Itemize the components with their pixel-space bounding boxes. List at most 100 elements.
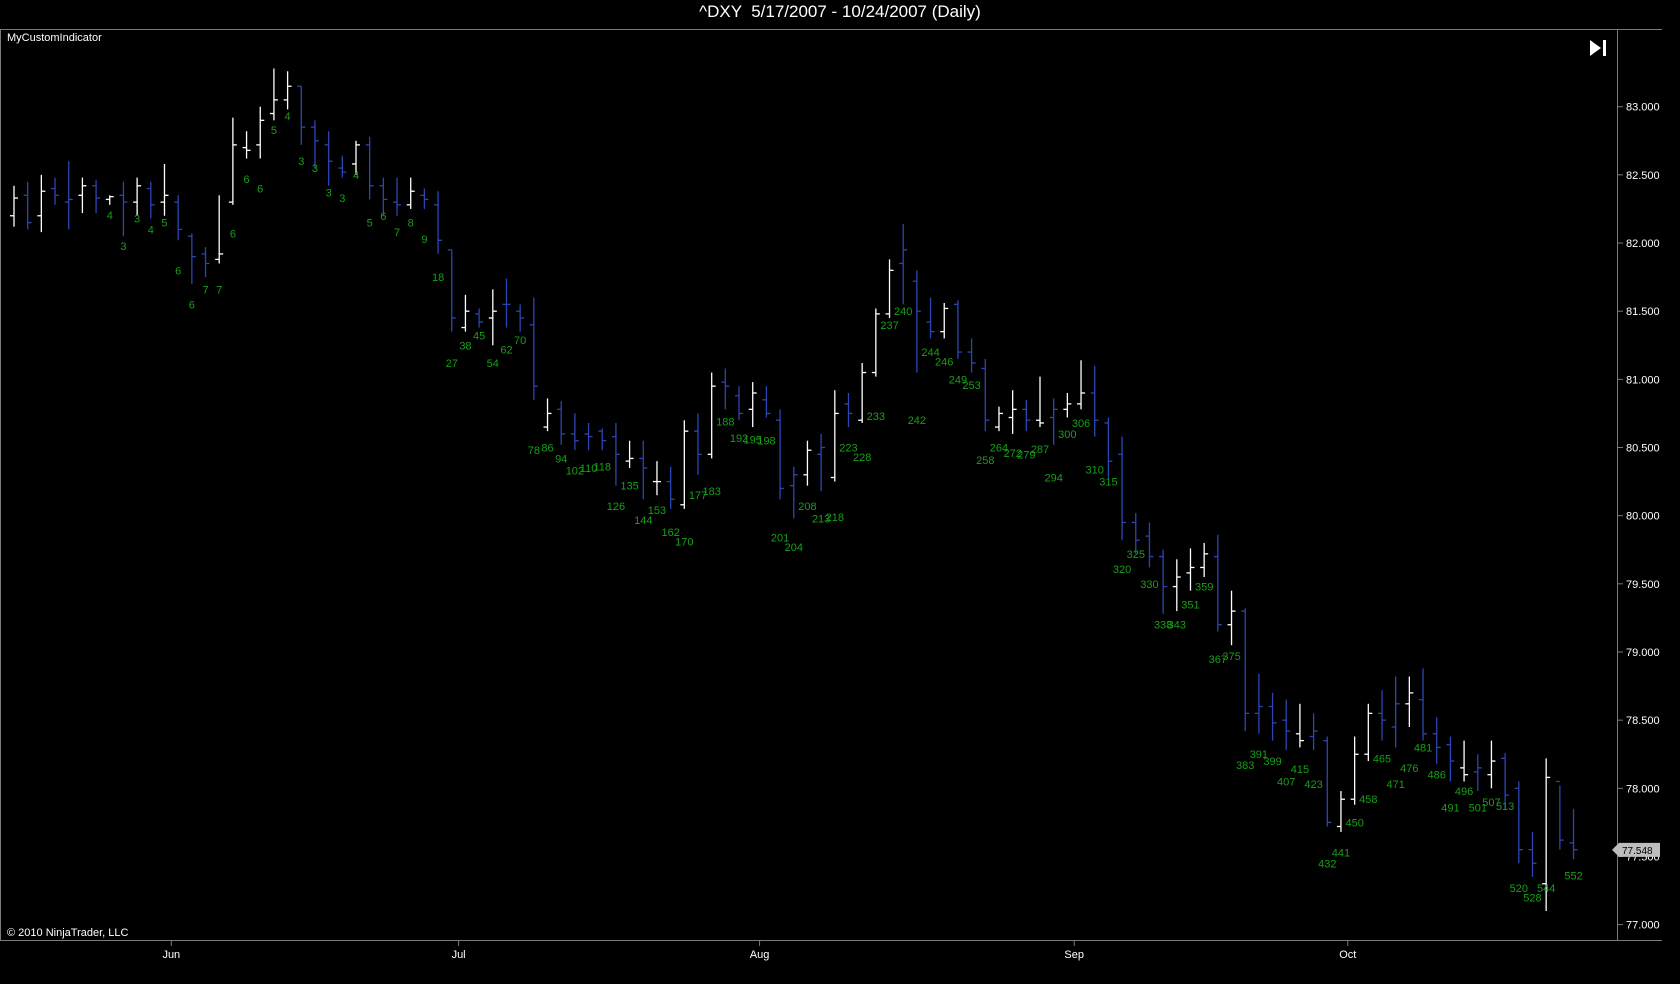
indicator-count-label: 3 bbox=[134, 213, 140, 225]
indicator-count-label: 325 bbox=[1127, 549, 1145, 561]
indicator-count-label: 18 bbox=[432, 272, 444, 284]
indicator-count-label: 496 bbox=[1455, 786, 1473, 798]
skip-to-end-icon bbox=[1590, 40, 1606, 56]
indicator-count-label: 6 bbox=[380, 211, 386, 223]
chart-window: ^DXY 5/17/2007 - 10/24/2007 (Daily) 83.0… bbox=[0, 0, 1680, 984]
indicator-count-label: 310 bbox=[1086, 464, 1104, 476]
indicator-count-label: 78 bbox=[528, 445, 540, 457]
y-tick-label: 80.000 bbox=[1626, 511, 1660, 523]
indicator-count-label: 399 bbox=[1263, 756, 1281, 768]
indicator-count-label: 4 bbox=[285, 111, 291, 123]
indicator-count-label: 9 bbox=[421, 234, 427, 246]
indicator-count-label: 351 bbox=[1181, 599, 1199, 611]
indicator-count-label: 3 bbox=[326, 188, 332, 200]
indicator-count-label: 62 bbox=[500, 344, 512, 356]
y-tick-label: 81.000 bbox=[1626, 374, 1660, 386]
indicator-count-label: 513 bbox=[1496, 801, 1514, 813]
indicator-count-label: 6 bbox=[257, 183, 263, 195]
indicator-count-label: 153 bbox=[648, 505, 666, 517]
indicator-count-label: 458 bbox=[1359, 794, 1377, 806]
scroll-to-end-button[interactable] bbox=[1587, 36, 1613, 60]
indicator-count-label: 198 bbox=[757, 436, 775, 448]
indicator-count-label: 118 bbox=[593, 462, 611, 474]
indicator-count-label: 3 bbox=[298, 156, 304, 168]
indicator-count-label: 3 bbox=[312, 163, 318, 175]
copyright-text: © 2010 NinjaTrader, LLC bbox=[7, 927, 129, 939]
indicator-count-label: 415 bbox=[1291, 764, 1309, 776]
indicator-count-label: 6 bbox=[189, 299, 195, 311]
indicator-count-label: 246 bbox=[935, 357, 953, 369]
indicator-count-label: 4 bbox=[353, 170, 359, 182]
indicator-count-label: 126 bbox=[607, 501, 625, 513]
indicator-count-label: 45 bbox=[473, 331, 485, 343]
indicator-count-label: 70 bbox=[514, 335, 526, 347]
indicator-count-label: 6 bbox=[175, 265, 181, 277]
indicator-count-label: 441 bbox=[1332, 847, 1350, 859]
indicator-count-label: 423 bbox=[1304, 779, 1322, 791]
indicator-count-label: 5 bbox=[161, 218, 167, 230]
indicator-count-label: 8 bbox=[408, 218, 414, 230]
y-tick-label: 81.500 bbox=[1626, 306, 1660, 318]
indicator-count-label: 432 bbox=[1318, 858, 1336, 870]
indicator-count-label: 6 bbox=[230, 228, 236, 240]
indicator-count-label: 86 bbox=[541, 443, 553, 455]
indicator-count-label: 287 bbox=[1031, 444, 1049, 456]
indicator-count-label: 7 bbox=[394, 227, 400, 239]
indicator-count-label: 135 bbox=[620, 481, 638, 493]
indicator-count-label: 183 bbox=[703, 486, 721, 498]
indicator-count-label: 320 bbox=[1113, 564, 1131, 576]
indicator-count-label: 38 bbox=[459, 340, 471, 352]
indicator-count-label: 3 bbox=[339, 193, 345, 205]
y-tick-label: 83.000 bbox=[1626, 102, 1660, 114]
x-tick-label: Sep bbox=[1064, 949, 1084, 961]
indicator-count-label: 204 bbox=[785, 542, 803, 554]
indicator-count-label: 258 bbox=[976, 455, 994, 467]
indicator-count-label: 481 bbox=[1414, 742, 1432, 754]
x-tick-label: Oct bbox=[1339, 949, 1356, 961]
indicator-count-label: 54 bbox=[487, 358, 499, 370]
indicator-count-label: 228 bbox=[853, 452, 871, 464]
indicator-count-label: 407 bbox=[1277, 777, 1295, 789]
indicator-count-label: 5 bbox=[271, 125, 277, 137]
y-tick-label: 77.000 bbox=[1626, 920, 1660, 932]
indicator-label: MyCustomIndicator bbox=[7, 32, 102, 44]
indicator-count-label: 343 bbox=[1168, 620, 1186, 632]
indicator-count-label: 471 bbox=[1387, 779, 1405, 791]
y-tick-label: 79.500 bbox=[1626, 579, 1660, 591]
x-tick-label: Aug bbox=[750, 949, 770, 961]
indicator-count-label: 491 bbox=[1441, 802, 1459, 814]
indicator-count-label: 294 bbox=[1045, 473, 1063, 485]
indicator-count-label: 218 bbox=[826, 512, 844, 524]
indicator-count-label: 300 bbox=[1058, 429, 1076, 441]
indicator-count-label: 27 bbox=[446, 358, 458, 370]
indicator-count-label: 315 bbox=[1099, 477, 1117, 489]
indicator-count-label: 544 bbox=[1537, 883, 1555, 895]
indicator-count-label: 465 bbox=[1373, 753, 1391, 765]
indicator-count-label: 375 bbox=[1222, 651, 1240, 663]
indicator-count-label: 476 bbox=[1400, 763, 1418, 775]
indicator-count-label: 5 bbox=[367, 218, 373, 230]
indicator-count-label: 6 bbox=[243, 174, 249, 186]
indicator-count-label: 240 bbox=[894, 306, 912, 318]
indicator-count-label: 552 bbox=[1564, 871, 1582, 883]
last-price-value: 77.548 bbox=[1622, 846, 1653, 857]
y-tick-label: 79.000 bbox=[1626, 647, 1660, 659]
y-tick-label: 82.500 bbox=[1626, 170, 1660, 182]
price-chart-svg: 83.000 82.500 82.000 81.500 81.000 80.500 80.0… bbox=[10, 68, 1660, 961]
indicator-count-label: 306 bbox=[1072, 418, 1090, 430]
indicator-count-label: 170 bbox=[675, 537, 693, 549]
indicator-count-label: 383 bbox=[1236, 760, 1254, 772]
y-tick-label: 78.500 bbox=[1626, 715, 1660, 727]
y-tick-label: 82.000 bbox=[1626, 238, 1660, 250]
y-tick-label: 80.500 bbox=[1626, 443, 1660, 455]
indicator-count-label: 330 bbox=[1140, 579, 1158, 591]
indicator-count-label: 94 bbox=[555, 453, 567, 465]
indicator-count-label: 233 bbox=[867, 411, 885, 423]
indicator-count-label: 359 bbox=[1195, 582, 1213, 594]
indicator-count-label: 4 bbox=[107, 210, 113, 222]
indicator-count-label: 4 bbox=[148, 224, 154, 236]
indicator-count-label: 253 bbox=[962, 380, 980, 392]
indicator-count-label: 3 bbox=[120, 241, 126, 253]
indicator-count-label: 208 bbox=[798, 501, 816, 513]
indicator-count-label: 188 bbox=[716, 417, 734, 429]
